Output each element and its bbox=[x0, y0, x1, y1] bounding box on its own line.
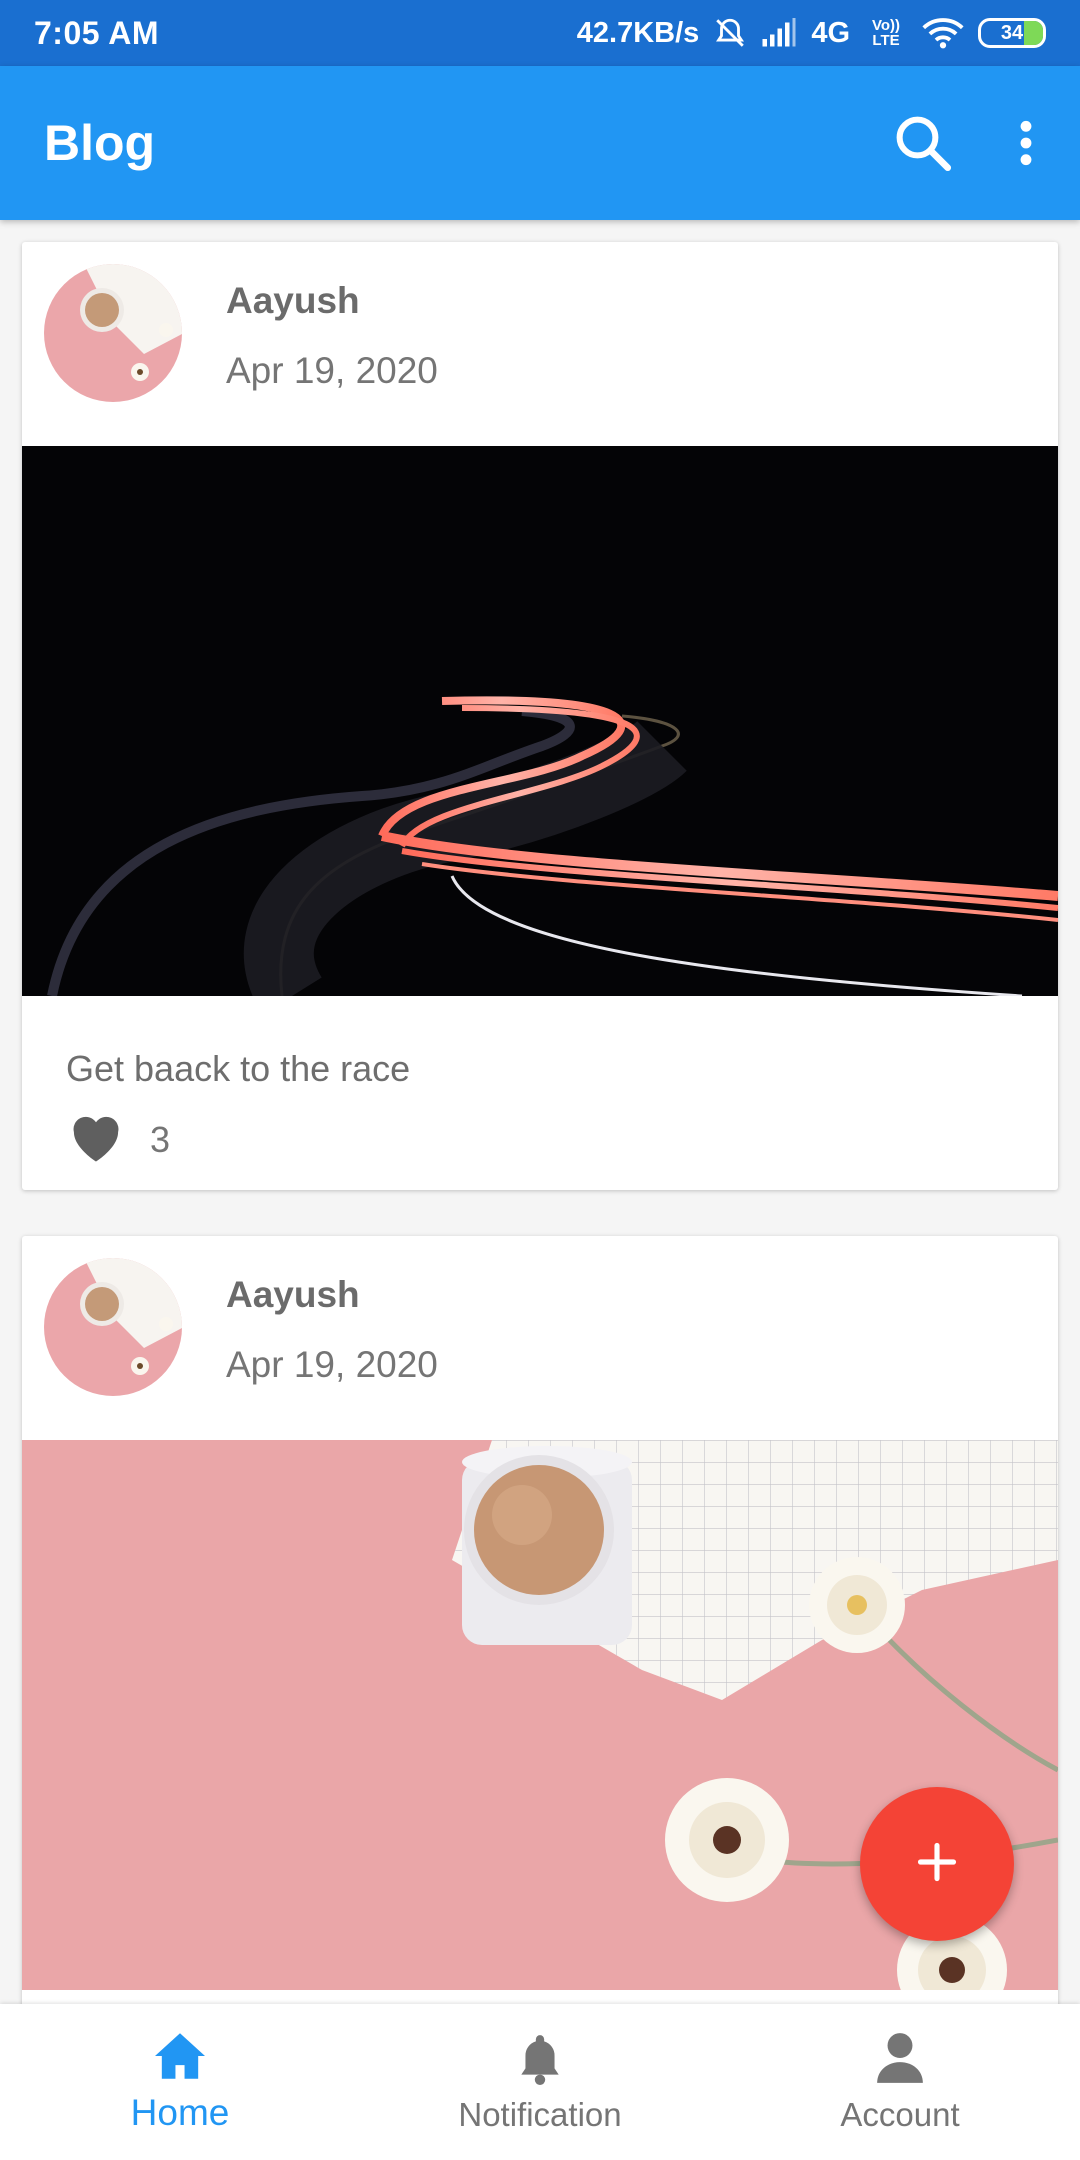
signal-icon bbox=[761, 18, 797, 48]
post-card[interactable]: Aayush Apr 19, 2020 bbox=[22, 242, 1058, 1190]
nav-label-home: Home bbox=[130, 2091, 230, 2133]
status-bar: 7:05 AM 42.7KB/s 4G Vo)) LTE 34 bbox=[0, 0, 1080, 66]
nav-label-notification: Notification bbox=[458, 2095, 622, 2133]
nav-item-account[interactable]: Account bbox=[720, 2004, 1080, 2160]
page-title: Blog bbox=[44, 115, 156, 171]
add-icon bbox=[915, 1840, 959, 1889]
app-bar-actions bbox=[890, 110, 1036, 176]
author-name[interactable]: Aayush bbox=[226, 280, 360, 322]
battery-icon: 34 bbox=[978, 18, 1046, 48]
post-header: Aayush Apr 19, 2020 bbox=[22, 1236, 1058, 1440]
avatar[interactable] bbox=[44, 264, 182, 402]
app-bar: Blog bbox=[0, 66, 1080, 220]
like-row: 3 bbox=[66, 1110, 1014, 1169]
bell-icon bbox=[515, 2031, 565, 2090]
search-icon[interactable] bbox=[890, 110, 956, 176]
post-date: Apr 19, 2020 bbox=[226, 1344, 438, 1385]
wifi-icon bbox=[922, 17, 964, 49]
battery-level: 34 bbox=[1000, 21, 1024, 44]
nav-label-account: Account bbox=[840, 2095, 960, 2133]
avatar[interactable] bbox=[44, 1258, 182, 1396]
nav-item-home[interactable]: Home bbox=[0, 2004, 360, 2160]
post-date: Apr 19, 2020 bbox=[226, 350, 438, 391]
network-type: 4G bbox=[811, 16, 850, 49]
post-title[interactable]: Get baack to the race bbox=[66, 1048, 1014, 1090]
status-time: 7:05 AM bbox=[34, 14, 160, 51]
author-name[interactable]: Aayush bbox=[226, 1274, 360, 1316]
volte-indicator: Vo)) LTE bbox=[871, 17, 901, 49]
net-speed: 42.7KB/s bbox=[576, 16, 700, 49]
nav-item-notification[interactable]: Notification bbox=[360, 2004, 720, 2160]
mute-icon bbox=[713, 16, 747, 50]
post-header: Aayush Apr 19, 2020 bbox=[22, 242, 1058, 446]
person-icon bbox=[875, 2031, 925, 2090]
add-post-button[interactable] bbox=[860, 1787, 1014, 1941]
home-icon bbox=[152, 2031, 208, 2086]
bottom-navigation: Home Notification Account bbox=[0, 2004, 1080, 2160]
light-trail-road-photo[interactable] bbox=[22, 446, 1058, 996]
post-body: Get baack to the race 3 bbox=[22, 996, 1058, 1190]
screen: 7:05 AM 42.7KB/s 4G Vo)) LTE 34 Blog Aay… bbox=[0, 0, 1080, 2160]
more-vert-icon[interactable] bbox=[1016, 118, 1036, 168]
heart-icon[interactable] bbox=[66, 1110, 126, 1169]
like-count: 3 bbox=[150, 1118, 171, 1160]
status-icons: 42.7KB/s 4G Vo)) LTE 34 bbox=[577, 16, 1046, 50]
